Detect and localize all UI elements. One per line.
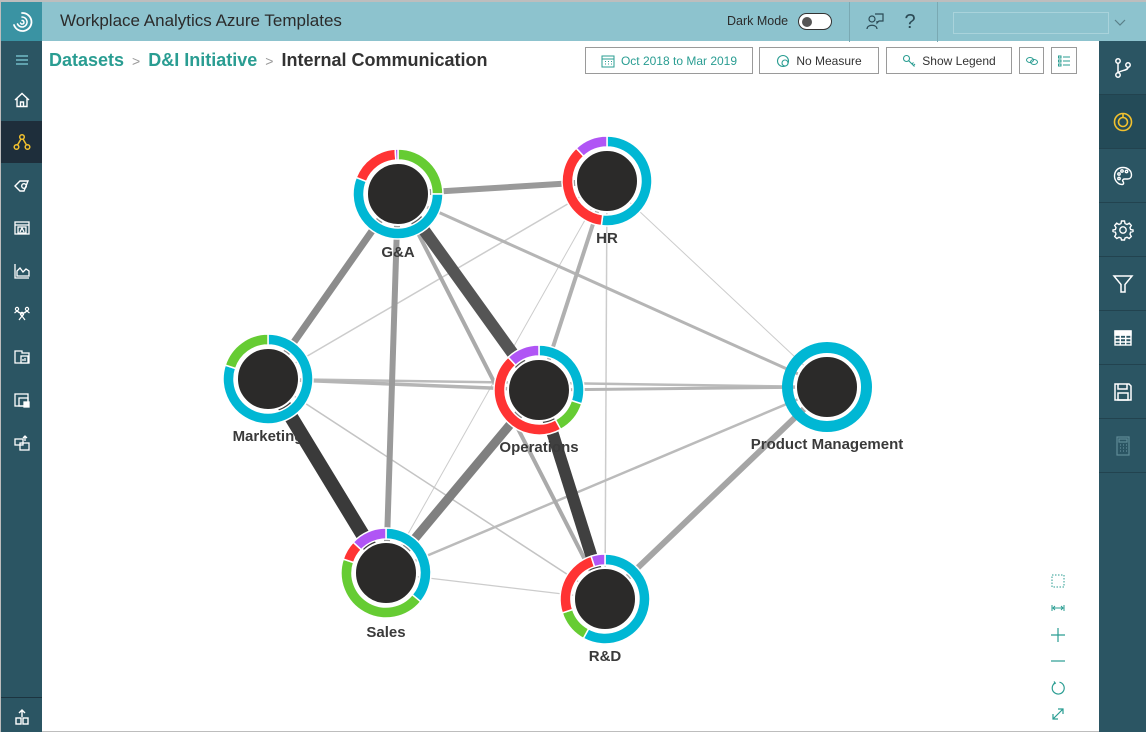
app-title: Workplace Analytics Azure Templates [60,11,342,30]
node-label: Product Management [751,436,904,453]
breadcrumb-datasets[interactable]: Datasets [49,50,124,71]
right-sidebar [1099,41,1146,732]
node-core [354,541,418,605]
save-icon[interactable] [1099,365,1146,419]
zoom-in-icon[interactable] [1049,626,1067,644]
measure-label: No Measure [796,53,862,68]
node-core [236,347,300,411]
logo-icon [12,12,32,32]
filter-icon[interactable] [1099,257,1146,311]
divider [849,2,850,42]
link-icon [1025,56,1038,65]
key-icon [903,54,916,67]
node-segment [394,148,399,161]
node-label: Operations [499,439,578,456]
donut-icon[interactable] [1099,95,1146,149]
edge-hr-ops[interactable] [537,180,609,391]
dark-mode-toggle[interactable] [798,13,832,30]
settings-icon[interactable] [1099,203,1146,257]
upload-icon[interactable] [1,701,42,732]
dark-mode-label: Dark Mode [727,14,789,28]
top-bar: Workplace Analytics Azure Templates Dark… [1,1,1146,42]
date-range-button[interactable]: Oct 2018 to Mar 2019 [585,47,753,74]
node-label: G&A [381,244,415,261]
breadcrumb: Datasets > D&I Initiative > Internal Com… [49,50,487,71]
table-icon[interactable] [1099,311,1146,365]
calendar-icon [601,55,615,67]
network-graph[interactable]: G&A HR Marketing Operations Product Manageme… [42,81,1099,732]
home-icon[interactable] [1,79,42,121]
area-chart-icon[interactable] [1,250,42,292]
node-core [575,149,639,213]
measure-icon [777,54,790,67]
node-core [795,355,859,419]
node-hr[interactable]: HR [561,135,653,247]
node-label: HR [596,230,618,247]
breadcrumb-current: Internal Communication [281,50,488,70]
expand-icon[interactable] [1049,705,1067,723]
tag-icon[interactable] [1,165,42,207]
left-sidebar [1,41,42,732]
export-icon[interactable] [1,422,42,464]
zoom-out-icon[interactable] [1049,652,1067,670]
app-window: Workplace Analytics Azure Templates Dark… [0,0,1146,732]
network-icon[interactable] [1,121,42,163]
node-mkt[interactable]: Marketing [222,333,314,445]
node-sales[interactable]: Sales [340,527,432,641]
divider [1,697,42,698]
chevron-down-icon[interactable] [1113,15,1127,29]
people-network-icon[interactable] [1,293,42,335]
show-legend-label: Show Legend [922,53,996,68]
list-icon [1058,55,1070,66]
select-box-icon[interactable] [1049,572,1067,590]
node-core [507,358,571,422]
edge-rd-pm[interactable] [602,384,830,602]
link-button[interactable] [1019,47,1044,74]
node-core [366,162,430,226]
breadcrumb-initiative[interactable]: D&I Initiative [148,50,257,71]
node-label: Sales [366,624,405,641]
report-folder-icon[interactable] [1,336,42,378]
reset-icon[interactable] [1049,679,1067,697]
node-core [573,567,637,631]
node-ops[interactable]: Operations [493,344,585,456]
branch-icon[interactable] [1099,41,1146,95]
show-legend-button[interactable]: Show Legend [886,47,1012,74]
menu-icon[interactable] [1,41,42,79]
window-icon[interactable] [1,379,42,421]
feedback-icon[interactable] [863,10,887,34]
palette-icon[interactable] [1099,149,1146,203]
date-range-label: Oct 2018 to Mar 2019 [620,53,738,68]
node-label: Marketing [233,428,304,445]
app-logo[interactable] [1,2,42,42]
measure-button[interactable]: No Measure [759,47,879,74]
nodes-layer: G&A HR Marketing Operations Product Manageme… [222,135,904,665]
breadcrumb-separator: > [132,52,141,69]
node-segment [590,553,606,568]
breadcrumb-separator: > [265,52,274,69]
node-label: R&D [589,648,622,665]
fit-width-icon[interactable] [1049,599,1067,617]
toggle-knob [802,16,812,27]
profile-card-icon[interactable] [1,207,42,249]
account-select[interactable] [953,12,1109,34]
help-icon[interactable]: ? [898,10,922,34]
list-button[interactable] [1051,47,1077,74]
divider [937,2,938,42]
node-rd[interactable]: R&D [559,553,651,665]
calculator-icon [1099,419,1146,473]
